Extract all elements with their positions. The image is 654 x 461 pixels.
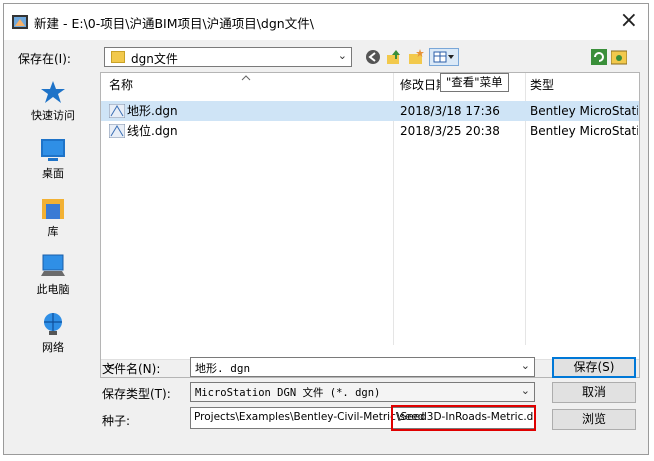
- file-modified: 2018/3/18 17:36: [400, 104, 500, 118]
- column-header-name[interactable]: 名称: [109, 73, 133, 97]
- place-label: 库: [47, 225, 59, 238]
- place-network[interactable]: 网络: [11, 312, 95, 355]
- app-icon: [12, 15, 28, 29]
- folder-icon: [111, 51, 125, 63]
- star-icon: [41, 81, 65, 103]
- place-label: 此电脑: [36, 283, 70, 296]
- place-quick-access[interactable]: 快速访问: [11, 80, 95, 123]
- refresh-button[interactable]: [590, 48, 608, 66]
- dgn-file-icon: [109, 104, 125, 118]
- file-modified: 2018/3/25 20:38: [400, 124, 500, 138]
- browse-button[interactable]: 浏览: [552, 409, 636, 430]
- view-menu-tooltip: "查看"菜单: [440, 73, 509, 92]
- chevron-down-icon: ⌄: [520, 359, 530, 372]
- filename-value: 地形. dgn: [195, 362, 251, 375]
- up-folder-icon: [387, 50, 400, 64]
- filetype-label: 保存类型(T):: [102, 387, 171, 401]
- sort-up-icon: [241, 75, 251, 81]
- filename-input[interactable]: 地形. dgn ⌄: [190, 357, 535, 377]
- chevron-down-icon: ⌄: [337, 49, 347, 62]
- cancel-button[interactable]: 取消: [552, 382, 636, 403]
- filetype-select[interactable]: MicroStation DGN 文件 (*. dgn) ⌄: [190, 382, 535, 402]
- desktop-icon: [41, 139, 65, 161]
- place-label: 桌面: [42, 167, 64, 180]
- network-icon: [44, 313, 62, 335]
- place-label: 网络: [42, 341, 64, 354]
- window-title: 新建 - E:\0-项目\沪通BIM项目\沪通项目\dgn文件\: [34, 16, 314, 31]
- new-folder-button[interactable]: [407, 48, 425, 66]
- current-folder: dgn文件: [131, 52, 178, 66]
- filetype-value: MicroStation DGN 文件 (*. dgn): [195, 387, 381, 399]
- save-button[interactable]: 保存(S): [552, 357, 636, 378]
- computer-icon: [41, 254, 65, 276]
- preview-icon: [611, 50, 627, 65]
- file-type: Bentley MicroStati...: [530, 124, 638, 138]
- dgn-file-icon: [109, 124, 125, 138]
- file-name: 地形.dgn: [127, 104, 178, 118]
- close-icon[interactable]: ×: [620, 8, 638, 34]
- view-menu-button[interactable]: [429, 48, 459, 66]
- column-header-type[interactable]: 类型: [530, 73, 554, 97]
- library-icon: [42, 199, 64, 219]
- places-bar: 快速访问 桌面 库 此电脑 网络: [11, 72, 95, 376]
- seed-path: Projects\Examples\Bentley-Civil-Metric\s…: [194, 411, 425, 423]
- new-folder-icon: [409, 49, 424, 64]
- refresh-icon: [591, 49, 607, 65]
- file-name: 线位.dgn: [127, 124, 178, 138]
- file-row[interactable]: 线位.dgn 2018/3/25 20:38 Bentley MicroStat…: [101, 121, 639, 141]
- back-icon: [366, 50, 380, 64]
- file-list[interactable]: 名称 修改日期 类型 地形.dgn 2018/3/18 17:36 Bentle…: [100, 72, 640, 378]
- place-desktop[interactable]: 桌面: [11, 138, 95, 181]
- preview-button[interactable]: [610, 48, 628, 66]
- chevron-down-icon: ⌄: [520, 384, 530, 397]
- seed-label: 种子:: [102, 414, 131, 428]
- save-in-combo[interactable]: dgn文件 ⌄: [104, 47, 352, 67]
- file-row[interactable]: 地形.dgn 2018/3/18 17:36 Bentley MicroStat…: [101, 101, 639, 121]
- save-in-label: 保存在(I):: [18, 52, 71, 66]
- filename-label: 文件名(N):: [102, 362, 161, 376]
- place-library[interactable]: 库: [11, 196, 95, 239]
- highlight-box: [391, 405, 536, 431]
- file-type: Bentley MicroStati...: [530, 104, 638, 118]
- back-button[interactable]: [364, 48, 382, 66]
- place-this-pc[interactable]: 此电脑: [11, 254, 95, 297]
- up-folder-button[interactable]: [385, 48, 403, 66]
- save-dialog: 新建 - E:\0-项目\沪通BIM项目\沪通项目\dgn文件\ × 保存在(I…: [3, 3, 649, 455]
- dialog-body: 保存在(I): dgn文件 ⌄ 快速访问 桌面 库 此电脑 网络 名称 修改日期…: [4, 40, 648, 454]
- title-bar: 新建 - E:\0-项目\沪通BIM项目\沪通项目\dgn文件\ ×: [4, 4, 648, 40]
- place-label: 快速访问: [31, 109, 75, 122]
- view-grid-icon: [433, 51, 454, 63]
